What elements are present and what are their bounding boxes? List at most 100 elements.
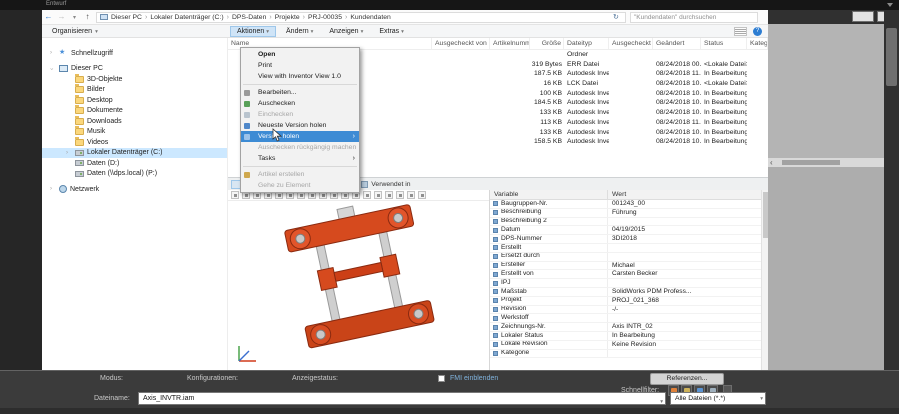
cell-status: In Bearbeitung: [704, 89, 747, 97]
sidebar-item[interactable]: Netzwerk: [42, 184, 227, 195]
menu-item[interactable]: View with Inventor View 1.0: [241, 71, 359, 82]
column-header[interactable]: Artikelnummer: [490, 38, 530, 49]
property-row: Werkstoff: [490, 314, 768, 324]
menu-item[interactable]: Tasks: [241, 153, 359, 164]
cell-type: LCK Datei: [567, 80, 598, 88]
help-icon[interactable]: [753, 26, 762, 36]
menu-button[interactable]: Ändern: [280, 27, 319, 36]
view-options-icon[interactable]: [734, 26, 747, 36]
sidebar-item[interactable]: Bilder: [42, 84, 227, 96]
sidebar-item[interactable]: Daten (D:): [42, 158, 227, 169]
up-icon[interactable]: [81, 10, 94, 24]
column-header[interactable]: Ausgecheckt von: [432, 38, 490, 49]
column-header[interactable]: Größe: [530, 38, 564, 49]
address-bar[interactable]: Dieser PC Lokaler Datenträger (C:) DPS-D…: [96, 11, 626, 23]
item-icon: [75, 115, 84, 125]
menu-button[interactable]: Extras: [373, 27, 410, 36]
fmi-checkbox[interactable]: [438, 375, 445, 382]
cell-category: [747, 60, 768, 70]
3d-preview[interactable]: [228, 190, 490, 371]
sidebar-item[interactable]: Downloads: [42, 115, 227, 127]
column-header[interactable]: Status: [701, 38, 747, 49]
expander-icon[interactable]: [50, 66, 56, 72]
filename-input[interactable]: Axis_INVTR.iam: [138, 392, 666, 405]
cell-checked-out-in: [609, 137, 653, 147]
history-chevron-icon[interactable]: [68, 10, 81, 25]
filetype-select[interactable]: Alle Dateien (*.*): [670, 392, 766, 405]
breadcrumb-item[interactable]: PRJ-00035: [308, 14, 350, 21]
menu-item[interactable]: Version holen: [241, 131, 359, 142]
menu-button[interactable]: Anzeigen: [323, 27, 369, 36]
expander-icon[interactable]: [66, 150, 72, 156]
column-header[interactable]: Kategorie: [747, 38, 768, 49]
menu-item[interactable]: Auschecken rückgängig machen: [241, 142, 359, 153]
menu-item[interactable]: Open: [241, 49, 359, 60]
modus-label: Modus:: [100, 375, 123, 382]
scrollbar-thumb[interactable]: [782, 160, 840, 165]
menu-item[interactable]: [243, 166, 357, 167]
cell-item-number: [490, 79, 530, 89]
menu-item[interactable]: Neueste Version holen: [241, 120, 359, 131]
variable-icon: [493, 333, 498, 339]
chevron-down-icon[interactable]: [887, 3, 893, 7]
stamp-icon[interactable]: [418, 191, 426, 199]
expander-icon[interactable]: [50, 186, 56, 192]
explode-icon[interactable]: [385, 191, 393, 199]
breadcrumb-separator-icon: [224, 14, 232, 21]
print-icon[interactable]: [231, 191, 239, 199]
properties-scrollbar[interactable]: [761, 190, 768, 371]
organize-button[interactable]: Organisieren: [48, 27, 102, 36]
expander-icon[interactable]: [50, 50, 56, 56]
cell-category: [747, 89, 768, 99]
refresh-icon[interactable]: [613, 13, 622, 21]
cell-item-number: [490, 89, 530, 99]
cell-checked-out-in: [609, 60, 653, 70]
horizontal-scrollbar[interactable]: [768, 158, 884, 167]
cell-item-number: [490, 108, 530, 118]
annotate-icon[interactable]: [374, 191, 382, 199]
menu-item[interactable]: Bearbeiten...: [241, 87, 359, 98]
menu-button[interactable]: Aktionen: [230, 25, 277, 37]
menu-item[interactable]: Gehe zu Element: [241, 180, 359, 191]
sidebar-item[interactable]: Lokaler Datenträger (C:): [42, 147, 227, 158]
measure-icon[interactable]: [363, 191, 371, 199]
referenzen-button[interactable]: Referenzen...: [650, 373, 724, 385]
settings-icon[interactable]: [407, 191, 415, 199]
forward-icon[interactable]: [55, 10, 68, 24]
footer-strip: [0, 408, 899, 414]
cell-modified: 08/24/2018 10...: [656, 109, 701, 117]
breadcrumb-item[interactable]: DPS-Daten: [232, 14, 275, 21]
value-column-header[interactable]: Wert: [608, 190, 768, 200]
back-icon[interactable]: [42, 10, 55, 24]
sidebar-item[interactable]: Desktop: [42, 94, 227, 106]
sidebar-item[interactable]: Videos: [42, 136, 227, 148]
column-header[interactable]: Geändert: [653, 38, 701, 49]
menu-item[interactable]: Einchecken: [241, 109, 359, 120]
scroll-left-icon[interactable]: [770, 158, 773, 167]
chevron-down-icon: [311, 28, 314, 35]
mass-properties-icon[interactable]: [396, 191, 404, 199]
menu-item[interactable]: Print: [241, 60, 359, 71]
sidebar-item[interactable]: Dieser PC: [42, 64, 227, 75]
search-input[interactable]: "Kundendaten" durchsuchen: [630, 11, 758, 23]
breadcrumb-item[interactable]: Projekte: [275, 14, 308, 21]
column-header[interactable]: Ausgecheckt in: [609, 38, 653, 49]
vertical-scrollbar[interactable]: [884, 10, 899, 370]
breadcrumb-item[interactable]: Dieser PC: [111, 14, 150, 21]
sidebar-item[interactable]: Daten (\\dps.local) (P:): [42, 169, 227, 180]
variable-column-header[interactable]: Variable: [490, 190, 608, 200]
column-header[interactable]: Dateityp: [564, 38, 609, 49]
breadcrumb-item[interactable]: Lokaler Datenträger (C:): [150, 14, 232, 21]
cell-modified: [653, 50, 701, 60]
sidebar-item[interactable]: Musik: [42, 126, 227, 138]
sidebar-item[interactable]: 3D-Objekte: [42, 73, 227, 85]
scrollbar-thumb[interactable]: [763, 192, 768, 238]
breadcrumb-item[interactable]: Kundendaten: [350, 14, 390, 21]
scrollbar-thumb[interactable]: [886, 28, 897, 86]
sidebar-item[interactable]: Dokumente: [42, 105, 227, 117]
menu-item[interactable]: Artikel erstellen: [241, 169, 359, 180]
menu-item[interactable]: Auschecken: [241, 98, 359, 109]
preview-tab[interactable]: Verwendet in: [355, 178, 416, 190]
sidebar-item[interactable]: Schnellzugriff: [42, 48, 227, 59]
menu-item[interactable]: [243, 84, 357, 85]
